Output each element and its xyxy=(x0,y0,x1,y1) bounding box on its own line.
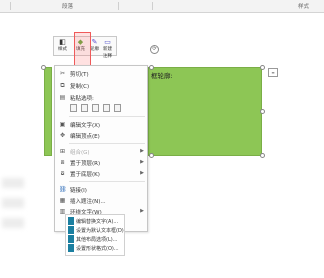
paste-keep-format-icon[interactable] xyxy=(70,104,77,112)
paste-merge-format-icon[interactable] xyxy=(81,104,88,112)
resize-handle-mid-right[interactable] xyxy=(260,109,265,114)
layout-options-icon[interactable]: ≡ xyxy=(268,68,278,77)
link-icon: ⛓ xyxy=(59,186,67,193)
edit-text-icon: ▣ xyxy=(59,121,66,128)
menu-item-edit-points[interactable]: ✥ 编辑顶点(E) xyxy=(55,130,147,141)
ribbon-divider xyxy=(10,2,11,10)
menu-item-edit-text[interactable]: ▣ 编辑文字(X) xyxy=(55,119,147,130)
menu-item-copy[interactable]: ⧉ 复制(C) xyxy=(55,80,147,91)
swatch-icon xyxy=(68,226,74,234)
blurred-artifact xyxy=(2,218,24,228)
left-shape[interactable] xyxy=(44,67,52,156)
menu-separator xyxy=(69,181,145,182)
swatch-icon xyxy=(68,235,74,243)
menu-item-insert-caption[interactable]: ▦ 插入题注(N)... xyxy=(55,195,147,206)
resize-handle-bottom-right[interactable] xyxy=(260,153,265,158)
swatch-icon xyxy=(68,244,74,252)
resize-handle-top-right[interactable] xyxy=(260,65,265,70)
style-button-label: 样式 xyxy=(58,47,67,52)
caption-icon: ▦ xyxy=(59,197,66,204)
menu-item-group[interactable]: ⊞ 组合(G) ▶ xyxy=(55,146,147,157)
ribbon-group-paragraph: 段落 xyxy=(62,4,74,10)
highlight-box xyxy=(74,32,91,67)
style-item-alt-text-label: 编辑替换文字(A)... xyxy=(76,219,119,225)
menu-item-send-back[interactable]: ⧇ 置于底层(K) ▶ xyxy=(55,168,147,179)
menu-item-send-back-label: 置于底层(K) xyxy=(70,172,100,178)
swatch-icon xyxy=(68,217,74,225)
new-comment-icon: ▭ xyxy=(104,38,111,46)
paste-picture-icon[interactable] xyxy=(92,104,99,112)
group-icon: ⊞ xyxy=(59,148,66,155)
submenu-arrow-icon: ▶ xyxy=(140,170,144,176)
resize-handle-top-left[interactable] xyxy=(41,65,46,70)
menu-item-insert-caption-label: 插入题注(N)... xyxy=(70,199,106,205)
new-comment-button-label: 新建注释 xyxy=(103,47,112,59)
style-icon: ◧ xyxy=(59,38,66,46)
menu-item-bring-front-label: 置于顶层(R) xyxy=(70,161,101,167)
menu-item-bring-front[interactable]: ⧈ 置于顶层(R) ▶ xyxy=(55,157,147,168)
menu-item-edit-text-label: 编辑文字(X) xyxy=(70,123,101,129)
resize-handle-bottom-mid[interactable] xyxy=(149,153,154,158)
menu-item-group-label: 组合(G) xyxy=(70,150,90,156)
paste-extra-icon[interactable] xyxy=(114,104,121,112)
ribbon-divider xyxy=(118,2,119,10)
new-comment-button[interactable]: ▭ 新建注释 xyxy=(101,38,114,59)
submenu-arrow-icon: ▶ xyxy=(140,159,144,165)
blurred-artifact xyxy=(2,198,24,208)
blurred-artifact xyxy=(2,178,24,188)
style-button[interactable]: ◧ 样式 xyxy=(56,38,69,54)
menu-item-link-label: 链接(I) xyxy=(70,188,87,194)
menu-item-cut-label: 剪切(T) xyxy=(70,72,89,78)
style-item-default-textbox[interactable]: 设置为默认文本框(D) xyxy=(68,226,124,234)
menu-separator xyxy=(69,116,145,117)
menu-item-paste-options: ▤ 粘贴选项: xyxy=(55,92,147,103)
style-item-format-shape[interactable]: 设置形状格式(O)... xyxy=(68,244,124,252)
paste-icon: ▤ xyxy=(59,94,66,101)
style-item-format-shape-label: 设置形状格式(O)... xyxy=(76,246,119,252)
style-item-alt-text[interactable]: 编辑替换文字(A)... xyxy=(68,217,124,225)
rotate-handle[interactable]: ⟳ xyxy=(150,45,159,54)
submenu-arrow-icon: ▶ xyxy=(140,208,144,214)
edit-points-icon: ✥ xyxy=(59,132,66,139)
submenu-arrow-icon: ▶ xyxy=(140,148,144,154)
menu-item-edit-points-label: 编辑顶点(E) xyxy=(70,134,100,140)
menu-item-cut[interactable]: ✂ 剪切(T) xyxy=(55,68,147,79)
send-back-icon: ⧇ xyxy=(60,170,65,177)
context-menu: ✂ 剪切(T) ⧉ 复制(C) ▤ 粘贴选项: ▣ 编辑文字(X) ✥ 编辑顶点… xyxy=(54,65,148,232)
green-shape[interactable]: 框轮廓: xyxy=(148,67,262,156)
paste-text-only-icon[interactable] xyxy=(103,104,110,112)
style-item-more-layout[interactable]: 其他布局选项(L)... xyxy=(68,235,124,243)
resize-handle-top-mid[interactable] xyxy=(149,65,154,70)
style-panel: 编辑替换文字(A)... 设置为默认文本框(D) 其他布局选项(L)... 设置… xyxy=(65,214,125,256)
shape-text: 框轮廓: xyxy=(151,72,173,80)
style-item-more-layout-label: 其他布局选项(L)... xyxy=(76,237,118,243)
ribbon-group-style: 样式 xyxy=(298,4,310,10)
menu-item-copy-label: 复制(C) xyxy=(70,84,90,90)
scissors-icon: ✂ xyxy=(59,70,66,77)
ribbon: 段落 样式 xyxy=(0,0,324,13)
bring-front-icon: ⧈ xyxy=(60,159,65,166)
menu-item-link[interactable]: ⛓ 链接(I) xyxy=(55,184,147,195)
menu-separator xyxy=(69,143,145,144)
ribbon-divider xyxy=(152,2,153,10)
menu-item-paste-label: 粘贴选项: xyxy=(70,96,94,102)
copy-icon: ⧉ xyxy=(60,82,65,89)
style-item-default-textbox-label: 设置为默认文本框(D) xyxy=(76,228,124,234)
